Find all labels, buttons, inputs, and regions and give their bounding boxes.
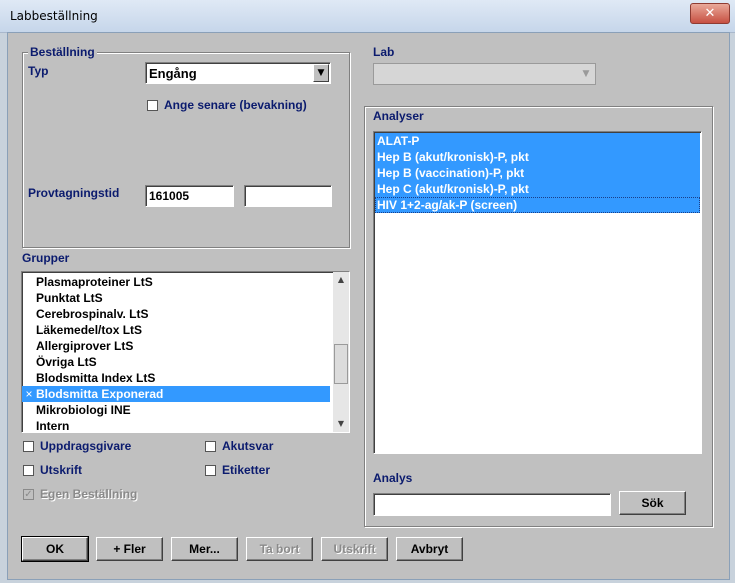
scroll-thumb[interactable] [334,344,348,384]
etiketter-label: Etiketter [222,463,271,477]
analyser-item[interactable]: Hep B (vaccination)-P, pkt [375,165,700,181]
ange-senare-label: Ange senare (bevakning) [164,98,307,112]
chevron-down-icon: ▼ [317,68,325,78]
typ-dropdown-arrow[interactable]: ▼ [313,64,329,82]
close-button[interactable]: ✕ [690,3,730,24]
utskrift-button: Utskrift [321,537,388,561]
provtagningstid-date-value: 161005 [149,189,190,203]
lab-dropdown-arrow: ▼ [578,65,594,83]
analys-input[interactable] [373,493,611,516]
grupper-item[interactable]: Mikrobiologi INE [22,402,330,418]
analyser-legend: Analyser [373,109,424,123]
grupper-item[interactable]: Plasmaproteiner LtS [22,274,330,290]
grupper-item-label: Mikrobiologi INE [36,403,131,417]
utskrift-label: Utskrift [40,463,83,477]
ange-senare-checkbox[interactable] [147,100,158,111]
ta-bort-button: Ta bort [246,537,313,561]
grupper-scrollbar[interactable]: ▲ ▼ [333,272,349,432]
analyser-list[interactable]: ALAT-P Hep B (akut/kronisk)-P, pkt Hep B… [373,131,702,454]
grupper-item[interactable]: Blodsmitta Index LtS [22,370,330,386]
grupper-item[interactable]: Intern [22,418,330,433]
provtagningstid-date-input[interactable]: 161005 [145,185,234,207]
typ-select[interactable]: Engång ▼ [145,62,331,84]
uppdragsgivare-label: Uppdragsgivare [40,439,132,453]
grupper-item[interactable]: Läkemedel/tox LtS [22,322,330,338]
provtagningstid-label: Provtagningstid [28,186,120,200]
grupper-item-label: Övriga LtS [36,355,97,369]
etiketter-checkbox[interactable] [205,465,216,476]
analyser-item[interactable]: Hep B (akut/kronisk)-P, pkt [375,149,700,165]
analyser-item[interactable]: Hep C (akut/kronisk)-P, pkt [375,181,700,197]
provtagningstid-time-input[interactable] [244,185,332,207]
ok-button[interactable]: OK [21,536,89,562]
grupper-item[interactable]: Punktat LtS [22,290,330,306]
sok-button[interactable]: Sök [619,491,686,515]
mer-button[interactable]: Mer... [171,537,238,561]
chevron-down-icon: ▼ [582,69,590,79]
akutsvar-checkbox[interactable] [205,441,216,452]
scroll-down-arrow-icon[interactable]: ▼ [333,416,349,432]
grupper-item-label: Blodsmitta Index LtS [36,371,156,385]
grupper-list[interactable]: Plasmaproteiner LtS Punktat LtS Cerebros… [21,271,350,433]
analyser-item[interactable]: ALAT-P [375,133,700,149]
analyser-item[interactable]: HIV 1+2-ag/ak-P (screen) [375,197,700,213]
analys-label: Analys [373,471,413,485]
title-bar [0,0,735,33]
grupper-item-label: Blodsmitta Exponerad [36,387,164,401]
grupper-item-label: Allergiprover LtS [36,339,134,353]
typ-label: Typ [28,64,49,78]
typ-value: Engång [149,66,197,81]
grupper-item-label: Punktat LtS [36,291,103,305]
grupper-item[interactable]: Allergiprover LtS [22,338,330,354]
lab-label: Lab [373,45,395,59]
egen-bestallning-label: Egen Beställning [40,487,138,501]
akutsvar-label: Akutsvar [222,439,274,453]
avbryt-button[interactable]: Avbryt [396,537,463,561]
uppdragsgivare-checkbox[interactable] [23,441,34,452]
utskrift-checkbox[interactable] [23,465,34,476]
grupper-item-label: Cerebrospinalv. LtS [36,307,149,321]
grupper-item-selected[interactable]: × Blodsmitta Exponerad [22,386,330,402]
grupper-item-label: Plasmaproteiner LtS [36,275,153,289]
fler-button[interactable]: + Fler [96,537,163,561]
lab-select: ▼ [373,63,596,85]
egen-bestallning-checkbox: ✓ [23,489,34,500]
window-title: Labbeställning [10,9,98,23]
bestallning-legend: Beställning [28,45,97,59]
grupper-label: Grupper [22,251,70,265]
grupper-item-label: Intern [36,419,70,433]
grupper-item[interactable]: Övriga LtS [22,354,330,370]
close-icon: ✕ [704,6,716,21]
grupper-item-label: Läkemedel/tox LtS [36,323,143,337]
scroll-up-arrow-icon[interactable]: ▲ [333,272,349,288]
selected-mark-icon: × [25,387,33,401]
grupper-item[interactable]: Cerebrospinalv. LtS [22,306,330,322]
checkmark-icon: ✓ [24,489,33,500]
